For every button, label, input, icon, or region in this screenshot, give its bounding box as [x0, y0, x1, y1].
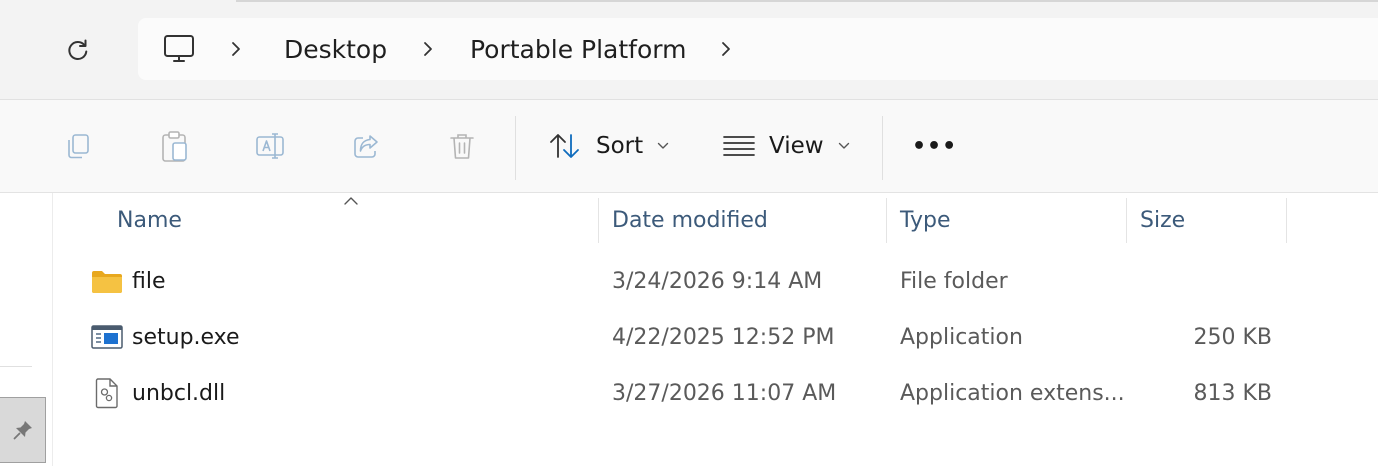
copy-button[interactable] [56, 124, 100, 168]
view-list-icon [723, 136, 755, 156]
address-bar-region: Desktop Portable Platform [0, 0, 1378, 100]
type-cell: File folder [900, 268, 1008, 294]
pin-icon [13, 421, 32, 440]
column-header-name[interactable]: Name [117, 196, 182, 244]
column-header-size[interactable]: Size [1140, 196, 1185, 244]
breadcrumb-portable-platform[interactable]: Portable Platform [470, 18, 686, 80]
breadcrumb-separator[interactable] [420, 18, 436, 80]
breadcrumb-desktop[interactable]: Desktop [284, 18, 387, 80]
file-name: file [132, 268, 166, 294]
sort-ascending-caret-icon [342, 192, 360, 211]
file-name-cell: file [90, 253, 166, 309]
breadcrumb-separator[interactable] [228, 18, 244, 80]
nav-divider [0, 366, 32, 367]
rename-icon [256, 133, 284, 159]
share-button[interactable] [344, 124, 388, 168]
application-exe-icon [91, 325, 123, 349]
this-pc-monitor-icon [164, 35, 194, 62]
file-name: setup.exe [132, 324, 240, 350]
breadcrumb-separator[interactable] [718, 18, 734, 80]
view-button[interactable]: View [723, 120, 850, 172]
paste-icon [162, 131, 187, 162]
folder-icon [92, 271, 122, 293]
tab-strip-edge [236, 0, 1378, 2]
column-header-date-modified[interactable]: Date modified [612, 196, 768, 244]
copy-icon [68, 134, 89, 159]
file-row[interactable]: file 3/24/2026 9:14 AM File folder [54, 253, 1378, 309]
command-separator [882, 116, 883, 180]
file-row[interactable]: setup.exe 4/22/2025 12:52 PM Application… [54, 309, 1378, 365]
file-name: unbcl.dll [132, 380, 226, 406]
paste-button[interactable] [152, 124, 196, 168]
column-divider[interactable] [598, 198, 599, 243]
dll-file-icon [95, 378, 118, 409]
file-name-cell: unbcl.dll [90, 365, 225, 421]
share-icon [354, 135, 378, 158]
chevron-down-icon [657, 142, 669, 150]
refresh-icon [68, 39, 88, 60]
file-name-cell: setup.exe [90, 309, 240, 365]
size-cell: 813 KB [1193, 380, 1272, 406]
this-pc-button[interactable] [162, 18, 196, 80]
date-modified-cell: 4/22/2025 12:52 PM [612, 324, 835, 350]
type-cell: Application [900, 324, 1023, 350]
view-label: View [769, 133, 824, 159]
column-divider[interactable] [1126, 198, 1127, 243]
command-separator [515, 116, 516, 180]
more-options-button[interactable]: ••• [912, 120, 957, 172]
address-bar[interactable]: Desktop Portable Platform [138, 18, 1378, 80]
chevron-right-icon [232, 42, 240, 56]
rename-button[interactable] [248, 124, 292, 168]
file-row[interactable]: unbcl.dll 3/27/2026 11:07 AM Application… [54, 365, 1378, 421]
sort-label: Sort [596, 133, 644, 159]
column-divider[interactable] [1286, 198, 1287, 243]
chevron-right-icon [424, 42, 432, 56]
sort-button[interactable]: Sort [548, 120, 669, 172]
size-cell: 250 KB [1193, 324, 1272, 350]
command-bar: Sort View ••• [0, 100, 1378, 193]
refresh-button[interactable] [58, 30, 98, 70]
column-divider[interactable] [886, 198, 887, 243]
column-header-type[interactable]: Type [900, 196, 951, 244]
chevron-right-icon [722, 42, 730, 56]
pin-button[interactable] [0, 397, 46, 463]
delete-button[interactable] [440, 124, 484, 168]
date-modified-cell: 3/24/2026 9:14 AM [612, 268, 823, 294]
date-modified-cell: 3/27/2026 11:07 AM [612, 380, 837, 406]
chevron-down-icon [838, 142, 850, 150]
delete-icon [450, 134, 474, 159]
type-cell: Application extens... [900, 380, 1125, 406]
sort-icon [550, 134, 579, 158]
